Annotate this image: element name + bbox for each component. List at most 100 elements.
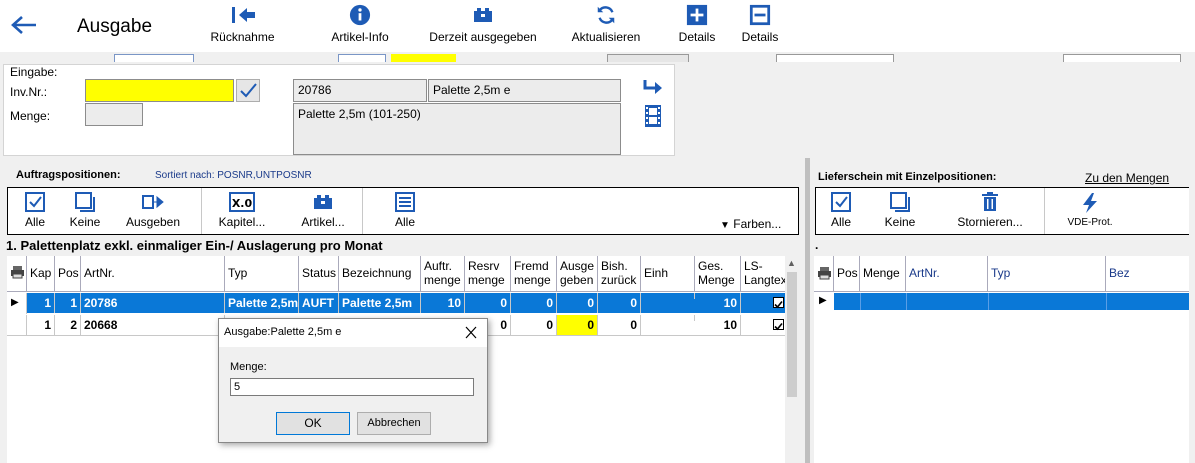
- abbrechen-button[interactable]: Abbrechen: [357, 412, 431, 435]
- ls-langtext-checkbox[interactable]: [773, 319, 784, 331]
- left-button-bar: Alle Keine Ausgeben X.0 Kapitel... Artik…: [7, 187, 799, 235]
- col-typ[interactable]: Typ: [225, 256, 299, 292]
- printer-icon-cell[interactable]: [7, 256, 27, 292]
- chapter-icon: X.0: [229, 192, 255, 212]
- cell-bish-zurueck: 0: [598, 293, 641, 313]
- left-pane-title: Auftragspositionen:: [16, 169, 121, 181]
- col-ls-langtext[interactable]: LS- Langtext: [741, 256, 785, 292]
- col-resrv-menge[interactable]: Resrv menge: [465, 256, 511, 292]
- cell-bish-zurueck: 0: [598, 315, 641, 335]
- lieferschein-pane: Lieferschein mit Einzelpositionen: Zu de…: [810, 158, 1195, 463]
- printer-icon: [11, 266, 24, 279]
- kapitel-button[interactable]: X.0 Kapitel...: [214, 192, 270, 229]
- col-menge[interactable]: Menge: [860, 256, 906, 292]
- minus-icon: [749, 4, 771, 26]
- clipped-info-strip: [0, 52, 1195, 62]
- col-bez[interactable]: Bez: [1106, 256, 1194, 292]
- scroll-up-icon[interactable]: ▲: [787, 258, 796, 268]
- cell-artnr: 20786: [81, 293, 225, 313]
- right-pane-title: Lieferschein mit Einzelpositionen:: [818, 171, 997, 183]
- vde-prot-button[interactable]: VDE-Prot.: [1064, 192, 1116, 228]
- issue-arrow-icon: [142, 195, 164, 209]
- refresh-icon: [597, 6, 615, 24]
- checkbox-empty-icon: [890, 192, 910, 212]
- svg-text:X.0: X.0: [232, 197, 253, 210]
- dialog-menge-input[interactable]: 5: [230, 378, 474, 396]
- kapitel-label: Kapitel...: [218, 215, 266, 229]
- transfer-arrow-icon: [643, 80, 662, 94]
- bezeichnung-short-field: Palette 2,5m e: [428, 79, 621, 102]
- table-row[interactable]: ▶: [814, 293, 1194, 310]
- col-status[interactable]: Status: [299, 256, 339, 292]
- col-typ[interactable]: Typ: [988, 256, 1106, 292]
- left-grid-scrollbar[interactable]: ▲: [785, 256, 799, 463]
- stornieren-button[interactable]: Stornieren...: [954, 192, 1026, 229]
- box-icon: [474, 8, 492, 22]
- stornieren-label: Stornieren...: [957, 215, 1023, 229]
- farben-button[interactable]: ▼ Farben...: [720, 217, 781, 231]
- select-none-button[interactable]: Keine: [881, 192, 919, 229]
- derzeit-ausgegeben-button[interactable]: Derzeit ausgegeben: [422, 4, 544, 44]
- trash-icon: [982, 192, 998, 211]
- artikel-button[interactable]: Artikel...: [298, 192, 348, 229]
- row-indicator: [7, 315, 27, 336]
- artnr-readonly-field: 20786: [293, 79, 427, 102]
- details-collapse-button[interactable]: Details: [737, 4, 783, 44]
- zu-den-mengen-link[interactable]: Zu den Mengen: [1085, 171, 1169, 185]
- ruecknahme-label: Rücknahme: [210, 30, 275, 44]
- details-expand-button[interactable]: Details: [674, 4, 720, 44]
- return-icon: [231, 7, 255, 23]
- close-icon: [465, 326, 477, 339]
- right-button-bar: Alle Keine Stornieren... VDE-Prot.: [815, 187, 1190, 235]
- details-collapse-label: Details: [741, 30, 779, 44]
- col-fremd-menge[interactable]: Fremd menge: [511, 256, 557, 292]
- page-title: Ausgabe: [77, 16, 153, 37]
- lightning-icon: [1083, 193, 1097, 213]
- select-none-button[interactable]: Keine: [66, 192, 104, 229]
- select-all-button[interactable]: Alle: [826, 192, 856, 229]
- checkmark-icon: [774, 300, 783, 309]
- checkbox-checked-icon: [831, 192, 851, 212]
- select-all-label: Alle: [830, 215, 851, 229]
- grid-header-row: Pos Menge ArtNr. Typ Bez: [814, 256, 1194, 292]
- col-pos[interactable]: Pos: [55, 256, 81, 292]
- transfer-button[interactable]: [642, 78, 664, 101]
- table-row[interactable]: ▶ 1 1 20786 Palette 2,5m AUFT Palette 2,…: [7, 293, 785, 314]
- info-icon: [349, 4, 371, 26]
- col-ges-menge[interactable]: Ges. Menge: [695, 256, 741, 292]
- aktualisieren-button[interactable]: Aktualisieren: [566, 4, 646, 44]
- col-auftr-menge[interactable]: Auftr. menge: [421, 256, 465, 292]
- artikel-info-label: Artikel-Info: [331, 30, 389, 44]
- printer-icon-cell[interactable]: [814, 256, 834, 292]
- ausgeben-button[interactable]: Ausgeben: [123, 192, 183, 229]
- dialog-title: Ausgabe:Palette 2,5m e: [224, 326, 342, 338]
- list-all-button[interactable]: Alle: [390, 192, 420, 229]
- ls-langtext-checkbox[interactable]: [773, 297, 784, 309]
- select-all-button[interactable]: Alle: [20, 192, 50, 229]
- ruecknahme-button[interactable]: Rücknahme: [205, 4, 280, 44]
- col-pos[interactable]: Pos: [834, 256, 860, 292]
- header-bar: Ausgabe Rücknahme Artikel-Info Derzeit a…: [0, 0, 1195, 52]
- col-artnr[interactable]: ArtNr.: [81, 256, 225, 292]
- back-button[interactable]: [10, 14, 38, 39]
- invnr-input[interactable]: [85, 79, 234, 102]
- cell-auftr-menge: 10: [421, 293, 465, 313]
- ok-button[interactable]: OK: [276, 412, 350, 435]
- row-indicator: ▶: [814, 293, 834, 310]
- col-artnr[interactable]: ArtNr.: [906, 256, 988, 292]
- artikel-info-button[interactable]: Artikel-Info: [325, 4, 395, 44]
- cell-kap: 1: [27, 293, 55, 313]
- col-bezeichnung[interactable]: Bezeichnung: [339, 256, 421, 292]
- col-bish-zurueck[interactable]: Bish. zurück: [598, 256, 641, 292]
- col-kap[interactable]: Kap: [27, 256, 55, 292]
- scroll-thumb[interactable]: [787, 272, 797, 397]
- menge-input[interactable]: [85, 103, 143, 126]
- dialog-close-button[interactable]: [459, 322, 483, 344]
- film-button[interactable]: [644, 104, 662, 131]
- col-einh[interactable]: Einh: [641, 256, 695, 292]
- vde-prot-label: VDE-Prot.: [1067, 217, 1113, 228]
- confirm-check-button[interactable]: [236, 79, 260, 102]
- menge-dialog: Ausgabe:Palette 2,5m e Menge: 5 OK Abbre…: [218, 318, 488, 443]
- cell-pos: 2: [55, 315, 81, 335]
- col-ausgegeben[interactable]: Ausge geben: [557, 256, 598, 292]
